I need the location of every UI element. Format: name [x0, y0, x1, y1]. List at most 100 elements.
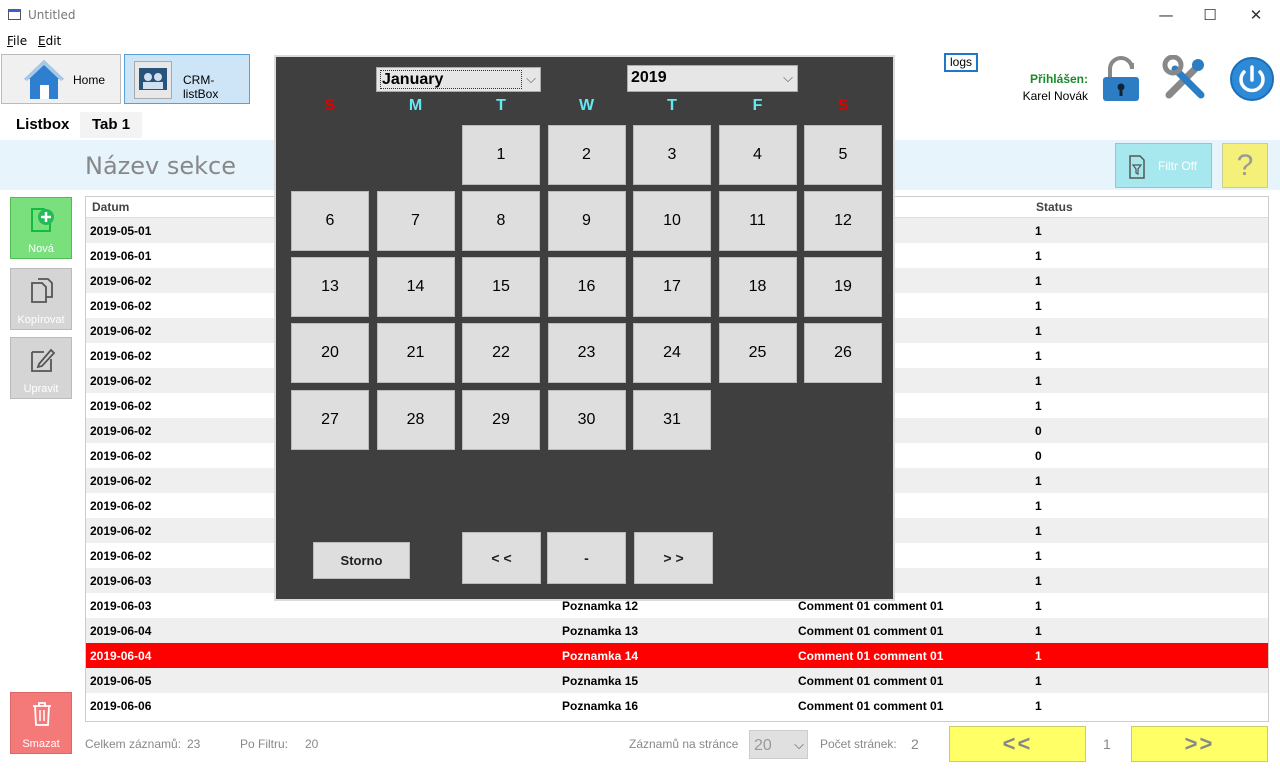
cancel-button[interactable]: Storno — [313, 542, 410, 579]
column-header-status[interactable]: Status — [1036, 200, 1073, 214]
day-cell[interactable]: 18 — [718, 257, 797, 317]
day-cell[interactable]: 7 — [376, 191, 455, 251]
day-cell[interactable]: 20 — [291, 323, 369, 383]
column-header-date[interactable]: Datum — [92, 200, 129, 214]
menu-edit[interactable]: Edit — [38, 34, 61, 48]
page-count-label: Počet stránek: — [820, 737, 897, 751]
cell-status: 1 — [1035, 699, 1042, 713]
day-cell[interactable]: 30 — [547, 390, 626, 450]
clear-date-button[interactable]: - — [547, 532, 626, 584]
day-cell[interactable]: 8 — [462, 191, 540, 251]
cell-date: 2019-06-02 — [90, 549, 152, 563]
day-cell[interactable]: 12 — [804, 191, 882, 251]
year-select[interactable]: 2019 ⌵ — [627, 65, 798, 92]
delete-button[interactable]: Smazat — [10, 692, 72, 754]
cell-date: 2019-06-03 — [90, 574, 152, 588]
chevron-down-icon: ⌵ — [783, 70, 793, 85]
cell-date: 2019-06-04 — [90, 624, 152, 638]
tab-1[interactable]: Tab 1 — [80, 112, 143, 138]
day-cell[interactable]: 28 — [376, 390, 455, 450]
crm-label: CRM-listBox — [183, 73, 219, 101]
day-cell[interactable]: 4 — [718, 125, 797, 185]
weekday-label: S — [837, 97, 849, 114]
next-page-button[interactable]: >> — [1131, 726, 1268, 762]
day-cell[interactable]: 26 — [804, 323, 882, 383]
day-cell[interactable]: 17 — [633, 257, 711, 317]
day-cell[interactable]: 29 — [462, 390, 540, 450]
total-records-value: 23 — [187, 737, 201, 751]
day-cell[interactable]: 31 — [633, 390, 711, 450]
day-cell[interactable]: 22 — [462, 323, 540, 383]
cell-status: 0 — [1035, 424, 1042, 438]
prev-page-button[interactable]: << — [949, 726, 1086, 762]
weekday-label: W — [578, 97, 595, 114]
current-page: 1 — [1103, 736, 1111, 752]
day-cell[interactable]: 10 — [633, 191, 711, 251]
new-button[interactable]: Nová — [10, 197, 72, 259]
day-cell[interactable]: 15 — [462, 257, 540, 317]
cell-date: 2019-06-02 — [90, 499, 152, 513]
table-row[interactable]: 2019-06-05 Poznamka 15 Comment 01 comment … — [86, 668, 1268, 693]
copy-button[interactable]: Kopírovat — [10, 268, 72, 330]
table-row[interactable]: 2019-06-04 Poznamka 13 Comment 01 comment … — [86, 618, 1268, 643]
window-titlebar: Untitled — ☐ ✕ — [0, 0, 1280, 31]
power-icon[interactable] — [1229, 56, 1275, 102]
maximize-icon[interactable]: ☐ — [1187, 0, 1233, 31]
day-cell[interactable]: 1 — [462, 125, 540, 185]
home-button[interactable]: Home — [1, 54, 121, 104]
cell-status: 1 — [1035, 624, 1042, 638]
chevron-down-icon: ⌵ — [526, 71, 536, 86]
day-cell[interactable]: 5 — [804, 125, 882, 185]
cell-status: 1 — [1035, 649, 1042, 663]
delete-label: Smazat — [22, 738, 60, 750]
table-row[interactable]: 2019-06-04 Poznamka 14 Comment 01 comment … — [86, 643, 1268, 668]
prev-month-button[interactable]: < < — [462, 532, 541, 584]
day-cell[interactable]: 6 — [291, 191, 369, 251]
day-cell[interactable]: 27 — [291, 390, 369, 450]
crm-listbox-button[interactable]: CRM-listBox — [124, 54, 250, 104]
day-cell[interactable]: 11 — [718, 191, 797, 251]
day-cell[interactable]: 24 — [633, 323, 711, 383]
help-button[interactable]: ? — [1222, 143, 1268, 188]
day-cell[interactable]: 23 — [547, 323, 626, 383]
day-cell[interactable]: 9 — [547, 191, 626, 251]
cell-date: 2019-06-05 — [90, 674, 152, 688]
day-cell[interactable]: 2 — [547, 125, 626, 185]
day-cell[interactable]: 14 — [376, 257, 455, 317]
day-cell[interactable]: 19 — [804, 257, 882, 317]
cell-status: 1 — [1035, 224, 1042, 238]
tab-listbox[interactable]: Listbox — [4, 112, 82, 138]
section-title: Název sekce — [85, 152, 236, 180]
window-title: Untitled — [28, 8, 76, 22]
home-label: Home — [73, 73, 106, 87]
cell-date: 2019-06-02 — [90, 524, 152, 538]
edit-icon — [31, 348, 56, 372]
cell-date: 2019-06-02 — [90, 424, 152, 438]
day-cell[interactable]: 13 — [291, 257, 369, 317]
logged-in-label: Přihlášen: — [1029, 72, 1088, 86]
tools-icon[interactable] — [1161, 55, 1209, 103]
table-row[interactable]: 2019-06-06 Poznamka 16 Comment 01 comment … — [86, 693, 1268, 718]
per-page-label: Záznamů na stránce — [629, 737, 739, 751]
cell-status: 1 — [1035, 599, 1042, 613]
minimize-icon[interactable]: — — [1143, 0, 1189, 31]
month-value: January — [380, 70, 522, 89]
day-cell[interactable]: 3 — [633, 125, 711, 185]
edit-button[interactable]: Upravit — [10, 337, 72, 399]
cell-status: 1 — [1035, 299, 1042, 313]
lock-icon[interactable] — [1100, 55, 1142, 103]
menu-file-rest: ile — [13, 34, 28, 48]
day-cell[interactable]: 21 — [376, 323, 455, 383]
day-cell[interactable]: 16 — [547, 257, 626, 317]
close-icon[interactable]: ✕ — [1233, 0, 1279, 31]
cell-status: 1 — [1035, 499, 1042, 513]
filter-icon — [1129, 155, 1145, 179]
logs-button[interactable]: logs — [944, 53, 978, 72]
menu-file[interactable]: File — [7, 34, 27, 48]
day-cell[interactable]: 25 — [718, 323, 797, 383]
per-page-select[interactable]: 20 ⌵ — [749, 730, 808, 759]
month-select[interactable]: January ⌵ — [376, 67, 541, 92]
cell-status: 1 — [1035, 249, 1042, 263]
next-month-button[interactable]: > > — [634, 532, 713, 584]
filter-button[interactable]: Filtr Off — [1115, 143, 1212, 188]
